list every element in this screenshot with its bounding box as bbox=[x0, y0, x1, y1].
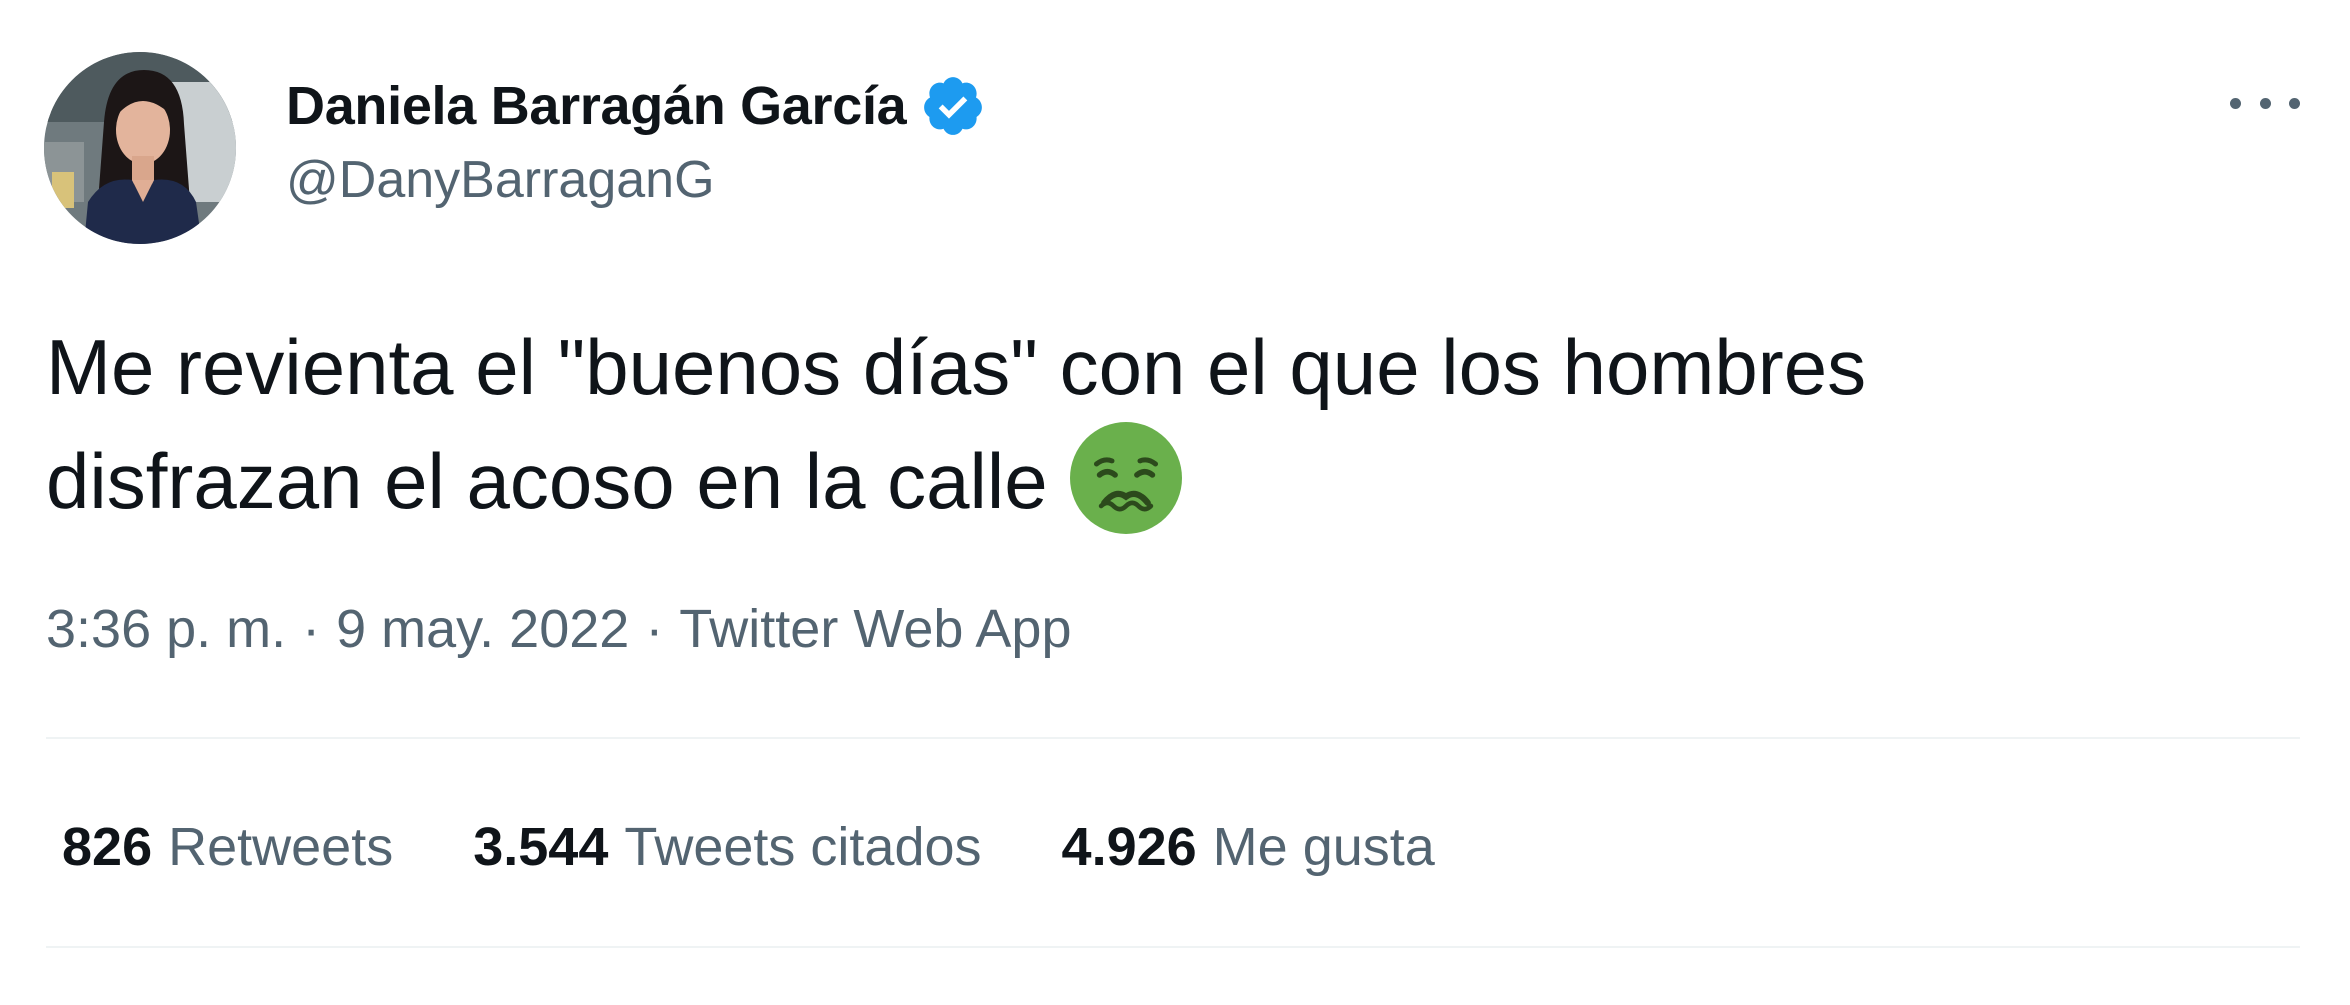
author-name[interactable]: Daniela Barragán García bbox=[286, 72, 986, 140]
likes-label: Me gusta bbox=[1212, 817, 1435, 877]
meta-separator: · bbox=[645, 599, 664, 659]
tweet-source[interactable]: Twitter Web App bbox=[679, 598, 1071, 660]
quote-tweets-stat[interactable]: 3.544 Tweets citados bbox=[473, 816, 981, 878]
avatar-photo bbox=[44, 52, 236, 244]
quote-tweets-label: Tweets citados bbox=[624, 817, 982, 877]
divider bbox=[46, 737, 2300, 739]
verified-badge-icon bbox=[920, 73, 986, 139]
tweet-card: Daniela Barragán García @DanyBarraganG M… bbox=[0, 0, 2350, 1005]
retweets-count: 826 bbox=[62, 817, 153, 877]
retweets-label: Retweets bbox=[168, 817, 394, 877]
tweet-text-line-2: disfrazan el acoso en la calle bbox=[46, 422, 2296, 536]
tweet-stats: 826 Retweets 3.544 Tweets citados 4.926 … bbox=[62, 812, 1515, 882]
avatar[interactable] bbox=[44, 52, 236, 244]
meta-separator: · bbox=[302, 599, 321, 659]
tweet-metadata: 3:36 p. m. · 9 may. 2022 · Twitter Web A… bbox=[46, 598, 1071, 660]
tweet-text-line: disfrazan el acoso en la calle bbox=[46, 437, 1048, 525]
quote-tweets-count: 3.544 bbox=[473, 817, 609, 877]
tweet-text-line: Me revienta el "buenos días" con el que … bbox=[46, 323, 1867, 411]
likes-count: 4.926 bbox=[1061, 817, 1197, 877]
retweets-stat[interactable]: 826 Retweets bbox=[62, 816, 393, 878]
tweet-text: Me revienta el "buenos días" con el que … bbox=[46, 312, 2296, 536]
author-display-name: Daniela Barragán García bbox=[286, 76, 907, 136]
tweet-time[interactable]: 3:36 p. m. bbox=[46, 598, 286, 660]
more-options-icon[interactable] bbox=[2230, 78, 2300, 128]
author-handle[interactable]: @DanyBarraganG bbox=[286, 150, 715, 210]
divider bbox=[46, 946, 2300, 948]
tweet-date[interactable]: 9 may. 2022 bbox=[336, 598, 629, 660]
likes-stat[interactable]: 4.926 Me gusta bbox=[1062, 816, 1435, 878]
nauseated-face-emoji bbox=[1069, 422, 1182, 534]
